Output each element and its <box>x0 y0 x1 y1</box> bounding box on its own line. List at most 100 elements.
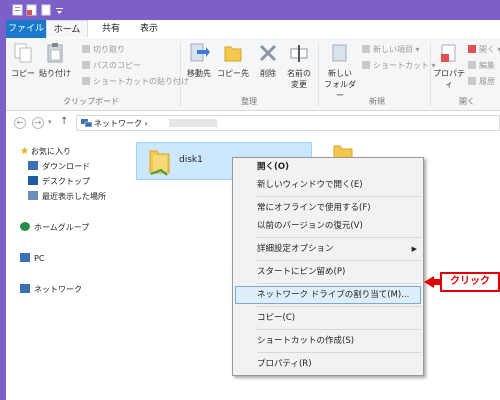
menu-item-create-shortcut[interactable]: ショートカットの作成(S) <box>233 332 423 350</box>
move-to-icon <box>190 43 210 62</box>
menu-separator <box>257 260 421 261</box>
item-name: disk1 <box>179 155 203 165</box>
menu-separator <box>257 196 421 197</box>
paste-label: 貼り付け <box>39 69 71 78</box>
menu-item-properties[interactable]: プロパティ(R) <box>233 355 423 373</box>
rename-icon <box>290 45 308 62</box>
nav-network-label: ネットワーク <box>34 285 82 294</box>
customize-quick-access-icon[interactable] <box>54 4 65 16</box>
menu-item-pin-to-start[interactable]: スタートにピン留め(P) <box>233 263 423 281</box>
paste-button[interactable]: 貼り付け <box>38 42 72 79</box>
copy-button[interactable]: コピー <box>10 42 36 79</box>
nav-favorites-label: お気に入り <box>30 147 71 156</box>
shortcut-label: ショートカット ▾ <box>373 61 436 70</box>
shortcut-icon <box>362 61 370 69</box>
menu-separator <box>257 329 421 330</box>
copy-path-label: パスのコピー <box>93 61 141 70</box>
properties-quick-icon[interactable] <box>12 4 23 16</box>
back-button[interactable]: ← <box>14 117 26 129</box>
copy-path-button[interactable]: パスのコピー <box>82 60 141 71</box>
properties-label: プロパティ <box>433 69 465 89</box>
address-box[interactable]: ネットワーク › <box>76 115 500 131</box>
history-icon <box>468 77 476 85</box>
properties-icon <box>441 44 456 62</box>
ribbon-separator <box>430 42 431 106</box>
explorer-window: ファイル ホーム 共有 表示 コピー 貼り付け 切り取り パスのコピー ショート… <box>0 0 500 400</box>
nav-downloads-label: ダウンロード <box>42 162 90 171</box>
new-item-icon <box>362 45 370 53</box>
tab-file[interactable]: ファイル <box>6 20 46 38</box>
menu-item-always-offline[interactable]: 常にオフラインで使用する(F) <box>233 199 423 217</box>
delete-x-icon <box>259 44 277 62</box>
cut-label: 切り取り <box>93 45 125 54</box>
nav-recent[interactable]: 最近表示した場所 <box>28 191 106 202</box>
ribbon: コピー 貼り付け 切り取り パスのコピー ショートカットの貼り付け クリップボー… <box>6 38 500 111</box>
new-folder-quick-icon[interactable] <box>26 4 37 16</box>
menu-separator <box>257 352 421 353</box>
homegroup-icon <box>20 222 30 231</box>
nav-desktop[interactable]: デスクトップ <box>28 176 90 187</box>
rename-button[interactable]: 名前の 変更 <box>284 42 314 90</box>
move-to-button[interactable]: 移動先 <box>184 42 214 79</box>
forward-button[interactable]: → <box>32 117 44 129</box>
tab-share[interactable]: 共有 <box>96 20 126 38</box>
star-icon: ★ <box>20 146 29 157</box>
history-label: 履歴 <box>479 77 495 86</box>
shared-folder-icon <box>149 150 170 176</box>
menu-separator <box>257 283 421 284</box>
nav-favorites[interactable]: ★ お気に入り <box>20 146 71 157</box>
new-item-button[interactable]: 新しい項目 ▾ <box>362 44 420 55</box>
nav-network[interactable]: ネットワーク <box>20 284 82 295</box>
delete-label: 削除 <box>260 69 276 78</box>
address-path[interactable]: ネットワーク › <box>94 118 148 129</box>
copy-to-label: コピー先 <box>217 69 249 78</box>
menu-item-open-new-window[interactable]: 新しいウィンドウで開く(E) <box>233 176 423 194</box>
new-folder-button[interactable]: 新しい フォルダー <box>322 42 358 101</box>
navigation-pane: ★ お気に入り ダウンロード デスクトップ 最近表示した場所 ホームグループ PC… <box>6 136 126 400</box>
network-icon <box>81 119 92 128</box>
up-button[interactable]: ↑ <box>60 116 68 127</box>
edit-button[interactable]: 編集 <box>468 60 495 71</box>
paste-shortcut-button[interactable]: ショートカットの貼り付け <box>82 76 189 87</box>
menu-item-advanced-options[interactable]: 詳細設定オプション ▶ <box>233 240 423 258</box>
nav-pc-label: PC <box>34 254 45 263</box>
rename-label-1: 名前の <box>287 69 311 78</box>
clipboard-group-label: クリップボード <box>63 97 119 106</box>
context-menu: 開く(O) 新しいウィンドウで開く(E) 常にオフラインで使用する(F) 以前の… <box>232 157 424 376</box>
menu-item-map-network-drive[interactable]: ネットワーク ドライブの割り当て(M)... <box>235 286 421 304</box>
advanced-options-label: 詳細設定オプション <box>257 244 334 254</box>
copy-to-button[interactable]: コピー先 <box>216 42 250 79</box>
new-group-label: 新規 <box>369 97 385 106</box>
doc-quick-icon[interactable] <box>40 4 51 16</box>
nav-pc[interactable]: PC <box>20 253 44 263</box>
paste-icon <box>47 43 63 63</box>
title-bar <box>6 0 500 20</box>
ribbon-separator <box>180 42 181 106</box>
menu-separator <box>257 237 421 238</box>
properties-button[interactable]: プロパティ <box>432 42 466 90</box>
nav-desktop-label: デスクトップ <box>42 177 90 186</box>
address-bar-row: ← → ▾ ↑ ネットワーク › <box>6 112 500 134</box>
open-button[interactable]: 開く ▾ <box>468 44 500 55</box>
easy-access-button[interactable]: ショートカット ▾ <box>362 60 436 71</box>
tab-view[interactable]: 表示 <box>134 20 164 38</box>
delete-button[interactable]: 削除 <box>254 42 282 79</box>
organize-group-label: 整理 <box>241 97 257 106</box>
copy-label: コピー <box>11 69 35 78</box>
menu-item-open[interactable]: 開く(O) <box>233 158 423 176</box>
ribbon-tabs: ファイル ホーム 共有 表示 <box>6 20 500 39</box>
blurred-computer-name <box>169 119 217 127</box>
edit-icon <box>468 61 476 69</box>
desktop-icon <box>28 176 38 185</box>
ribbon-separator <box>318 42 319 106</box>
menu-item-copy[interactable]: コピー(C) <box>233 309 423 327</box>
nav-homegroup[interactable]: ホームグループ <box>20 222 89 233</box>
chevron-down-icon[interactable]: ▾ <box>48 118 52 126</box>
tab-home[interactable]: ホーム <box>46 20 88 38</box>
menu-item-restore-previous[interactable]: 以前のバージョンの復元(V) <box>233 217 423 235</box>
submenu-arrow-icon: ▶ <box>411 245 417 253</box>
history-button[interactable]: 履歴 <box>468 76 495 87</box>
copy-path-icon <box>82 61 90 69</box>
nav-downloads[interactable]: ダウンロード <box>28 161 90 172</box>
cut-button[interactable]: 切り取り <box>82 44 125 55</box>
